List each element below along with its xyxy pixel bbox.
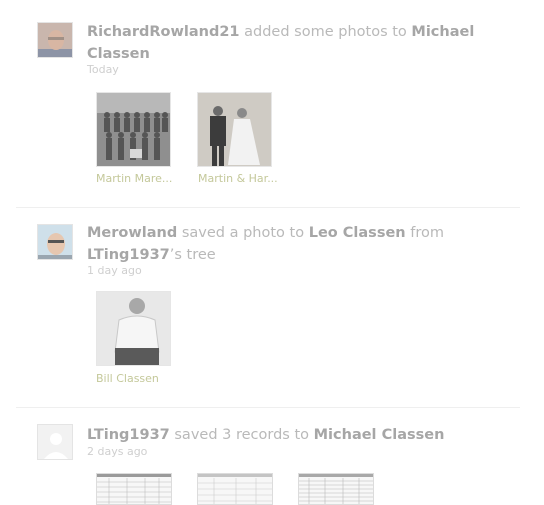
avatar[interactable] xyxy=(37,224,73,260)
user-link[interactable]: LTing1937 xyxy=(87,427,170,443)
activity-headline: Merowland saved a photo to Leo Classen f… xyxy=(87,222,507,266)
record-thumbnail[interactable] xyxy=(197,473,273,505)
timestamp: 2 days ago xyxy=(87,445,148,458)
timestamp: 1 day ago xyxy=(87,264,142,277)
tree-owner-link[interactable]: LTing1937 xyxy=(87,247,170,263)
photo-thumbnail[interactable] xyxy=(197,92,272,167)
record-thumbnail[interactable] xyxy=(298,473,374,505)
user-link[interactable]: RichardRowland21 xyxy=(87,24,240,40)
person-link[interactable]: Leo Classen xyxy=(309,225,406,241)
action-text: saved a photo to xyxy=(181,225,305,241)
divider xyxy=(16,407,520,408)
avatar[interactable] xyxy=(37,22,73,58)
avatar[interactable] xyxy=(37,424,73,460)
user-link[interactable]: Merowland xyxy=(87,225,177,241)
photo-thumbnail[interactable] xyxy=(96,92,171,167)
person-link[interactable]: Michael Classen xyxy=(314,427,445,443)
photo-caption[interactable]: Martin & Har... xyxy=(198,172,280,185)
tree-suffix: ’s tree xyxy=(169,247,216,263)
photo-thumbnail[interactable] xyxy=(96,291,171,366)
action-text: added some photos to xyxy=(244,24,407,40)
action-text: saved 3 records to xyxy=(174,427,310,443)
activity-headline: LTing1937 saved 3 records to Michael Cla… xyxy=(87,424,507,446)
from-text: from xyxy=(410,225,444,241)
activity-headline: RichardRowland21 added some photos to Mi… xyxy=(87,21,507,65)
divider xyxy=(16,207,520,208)
record-thumbnail[interactable] xyxy=(96,473,172,505)
photo-caption[interactable]: Bill Classen xyxy=(96,372,178,385)
timestamp: Today xyxy=(87,63,119,76)
photo-caption[interactable]: Martin Mare... xyxy=(96,172,178,185)
